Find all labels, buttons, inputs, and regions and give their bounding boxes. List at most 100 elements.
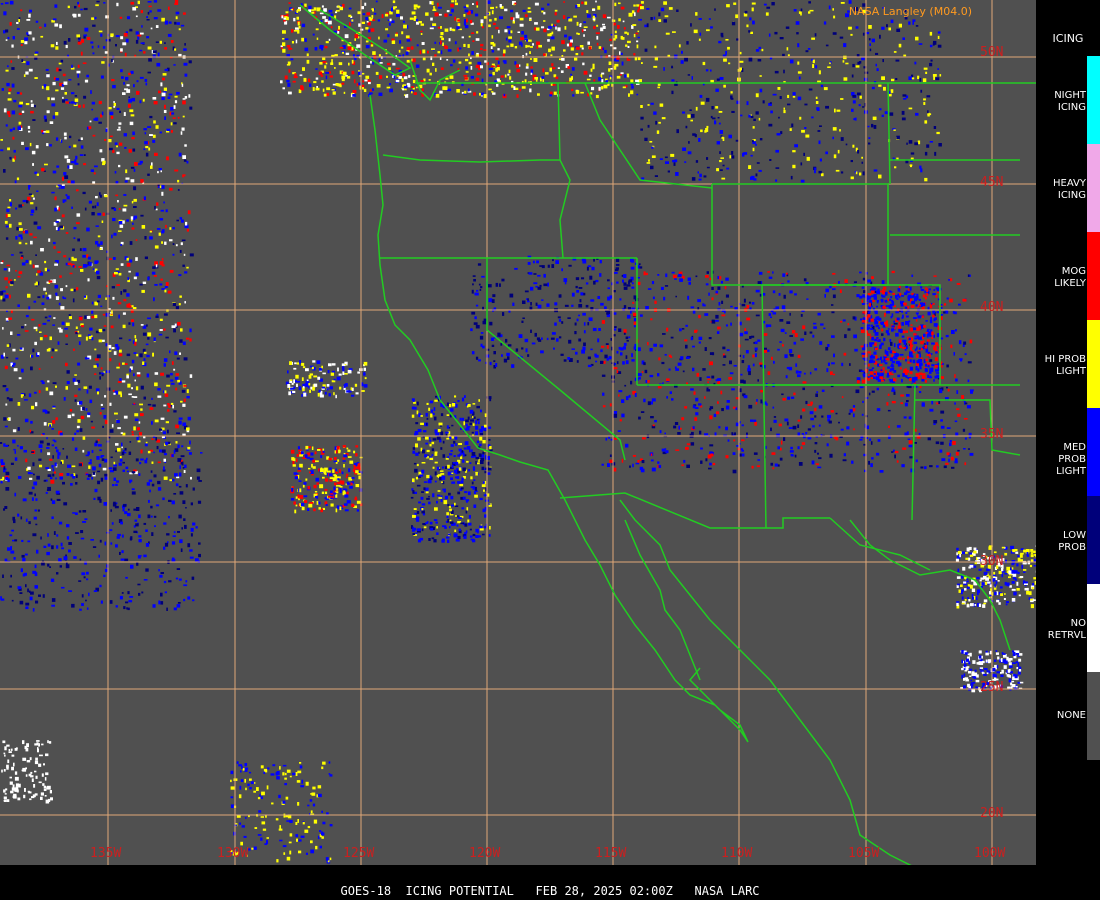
icing-pixel [869, 43, 871, 46]
icing-pixel [305, 478, 308, 481]
icing-pixel [448, 38, 451, 42]
icing-pixel [920, 466, 924, 469]
icing-pixel [349, 485, 353, 489]
icing-pixel [89, 120, 92, 123]
icing-pixel [435, 521, 438, 524]
icing-pixel [67, 464, 71, 468]
icing-pixel [927, 110, 929, 114]
icing-pixel [838, 281, 840, 284]
icing-pixel [167, 409, 170, 412]
icing-pixel [180, 242, 183, 246]
icing-pixel [472, 533, 476, 537]
icing-pixel [184, 43, 186, 46]
icing-pixel [473, 92, 476, 96]
icing-pixel [319, 12, 324, 15]
icing-pixel [9, 294, 11, 299]
icing-pixel [446, 59, 449, 61]
icing-pixel [7, 111, 10, 115]
icing-pixel [440, 67, 444, 70]
icing-pixel [118, 362, 121, 367]
icing-pixel [885, 324, 889, 327]
icing-pixel [153, 474, 157, 478]
icing-pixel [453, 469, 458, 473]
icing-pixel [44, 267, 47, 272]
icing-pixel [969, 339, 973, 344]
icing-pixel [331, 59, 333, 63]
icing-pixel [816, 107, 820, 110]
icing-pixel [731, 21, 736, 26]
icing-pixel [901, 464, 905, 468]
icing-pixel [174, 376, 179, 380]
icing-pixel [858, 104, 861, 107]
icing-pixel [135, 39, 139, 44]
icing-pixel [867, 314, 871, 318]
icing-pixel [834, 108, 836, 113]
icing-pixel [51, 97, 55, 101]
icing-pixel [633, 53, 636, 56]
icing-pixel [132, 307, 137, 310]
icing-pixel [156, 202, 159, 206]
icing-pixel [186, 160, 189, 164]
icing-pixel [682, 147, 686, 151]
icing-pixel [51, 356, 54, 359]
icing-pixel [893, 370, 897, 373]
icing-pixel [772, 93, 777, 96]
icing-pixel [862, 400, 864, 403]
icing-pixel [614, 2, 617, 7]
icing-pixel [161, 92, 166, 97]
icing-pixel [488, 74, 493, 77]
icing-pixel [333, 457, 337, 460]
icing-pixel [43, 115, 47, 120]
icing-pixel [448, 533, 451, 536]
icing-pixel [474, 431, 478, 436]
icing-pixel [72, 298, 75, 303]
icing-pixel [878, 108, 882, 111]
icing-pixel [744, 338, 749, 341]
icing-pixel [307, 508, 310, 511]
icing-pixel [141, 25, 143, 28]
icing-pixel [429, 439, 432, 442]
icing-pixel [385, 28, 389, 31]
icing-pixel [914, 348, 917, 352]
icing-pixel [83, 295, 86, 298]
icing-pixel [925, 348, 929, 353]
icing-pixel [419, 50, 422, 55]
icing-pixel [482, 508, 486, 513]
icing-pixel [28, 31, 32, 35]
icing-pixel [925, 358, 928, 362]
icing-pixel [797, 96, 802, 101]
icing-pixel [554, 24, 557, 27]
icing-pixel [664, 156, 668, 159]
icing-pixel [133, 84, 135, 88]
icing-pixel [18, 222, 22, 226]
icing-pixel [25, 230, 29, 234]
icing-pixel [46, 437, 48, 440]
icing-pixel [124, 52, 127, 57]
icing-pixel [379, 62, 383, 64]
icing-pixel [700, 129, 703, 133]
icing-pixel [949, 440, 952, 443]
icing-pixel [144, 256, 148, 260]
icing-pixel [5, 213, 8, 218]
icing-pixel [516, 94, 519, 98]
icing-pixel [37, 296, 41, 299]
icing-pixel [12, 348, 16, 352]
icing-pixel [363, 88, 367, 92]
icing-pixel [368, 16, 371, 19]
icing-pixel [40, 380, 44, 382]
icing-pixel [62, 99, 65, 103]
icing-pixel [433, 6, 436, 8]
icing-pixel [346, 491, 349, 495]
icing-pixel [111, 347, 115, 350]
icing-pixel [497, 60, 500, 64]
icing-pixel [444, 13, 448, 17]
icing-pixel [818, 405, 823, 409]
icing-pixel [5, 237, 9, 240]
icing-pixel [126, 84, 130, 87]
icing-pixel [832, 294, 836, 299]
icing-pixel [4, 277, 8, 281]
icing-pixel [851, 108, 854, 112]
icing-pixel [322, 476, 325, 479]
icing-pixel [687, 295, 690, 300]
icing-pixel [151, 438, 154, 440]
